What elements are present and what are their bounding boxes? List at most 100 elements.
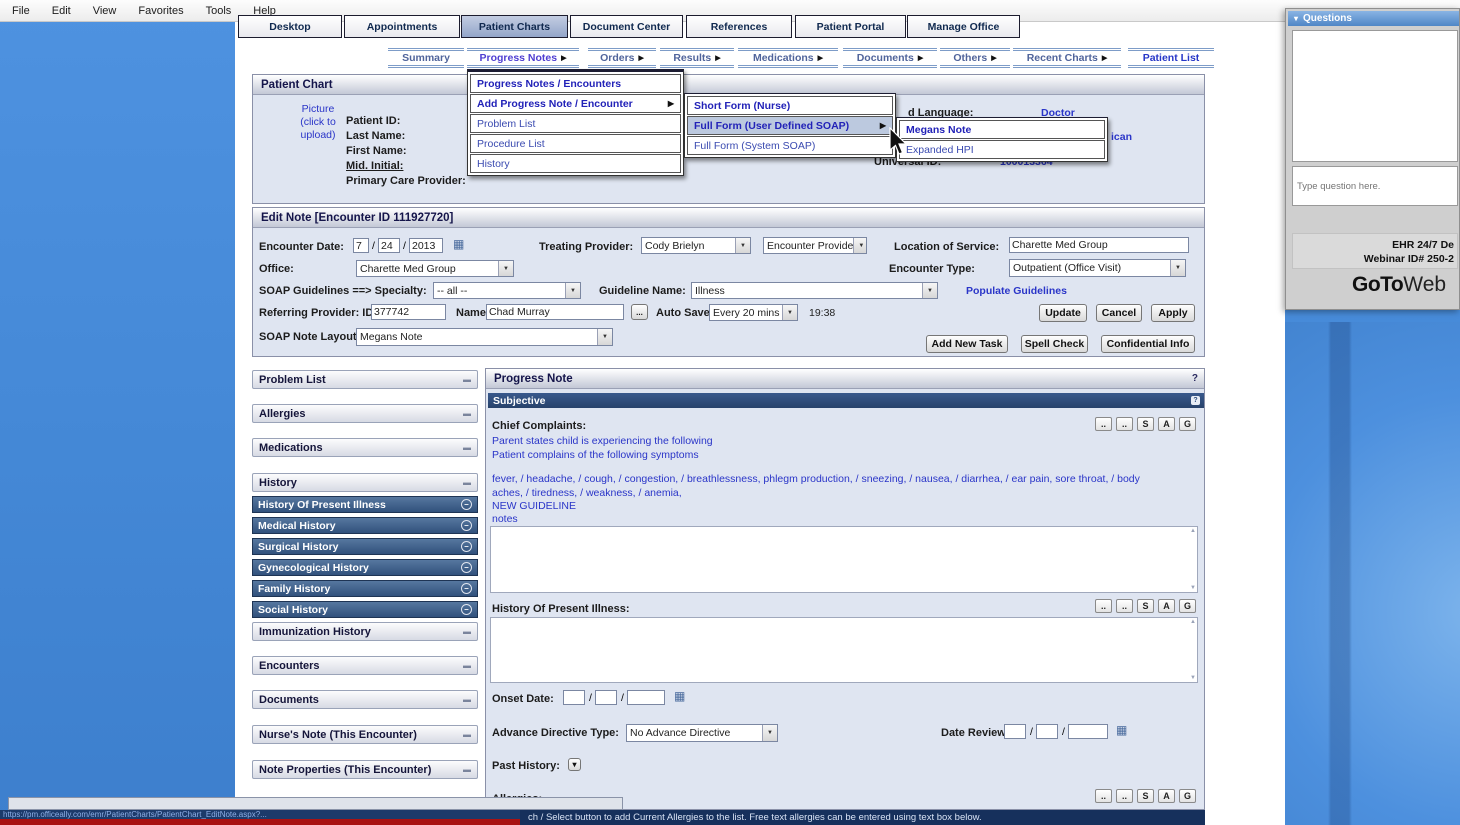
collapse-circle-icon[interactable]: – — [461, 499, 472, 510]
questions-log-area[interactable] — [1292, 30, 1458, 162]
subtab-results[interactable]: Results▶ — [660, 48, 734, 68]
sidebar-item-encounters[interactable]: Encounters▬ — [252, 656, 478, 675]
field-button-2[interactable]: .. — [1116, 599, 1133, 613]
guideline-name-select[interactable]: Illness — [691, 282, 938, 299]
auto-save-select[interactable]: Every 20 mins — [709, 304, 798, 321]
field-button-2[interactable]: .. — [1116, 789, 1133, 803]
collapse-circle-icon[interactable]: – — [461, 604, 472, 615]
calendar-icon[interactable]: ▦ — [674, 690, 687, 703]
menu-tools[interactable]: Tools — [206, 5, 232, 17]
spell-check-button[interactable]: Spell Check — [1021, 335, 1088, 353]
questions-panel-titlebar[interactable]: ▾ Questions — [1288, 11, 1459, 26]
sidebar-item-family-history[interactable]: Family History– — [252, 580, 478, 597]
menu-item-problem-list[interactable]: Problem List — [470, 114, 681, 133]
onset-date-day-input[interactable] — [595, 690, 617, 705]
field-button-g[interactable]: G — [1179, 789, 1196, 803]
cc-template-link-1[interactable]: Parent states child is experiencing the … — [492, 435, 713, 447]
chief-complaints-textarea[interactable]: ▲ ▼ — [490, 526, 1198, 593]
calendar-icon[interactable]: ▦ — [453, 238, 466, 251]
collapse-circle-icon[interactable]: – — [461, 583, 472, 594]
populate-guidelines-link[interactable]: Populate Guidelines — [966, 285, 1067, 297]
sidebar-item-history[interactable]: History▬ — [252, 473, 478, 492]
cancel-button[interactable]: Cancel — [1096, 304, 1142, 322]
sidebar-item-problem-list[interactable]: Problem List▬ — [252, 370, 478, 389]
referring-provider-id-input[interactable] — [371, 304, 446, 320]
subtab-summary[interactable]: Summary — [388, 48, 464, 68]
field-button-1[interactable]: .. — [1095, 789, 1112, 803]
menu-item-history[interactable]: History — [470, 154, 681, 173]
picture-upload-link[interactable]: Picture (click to upload) — [285, 103, 351, 142]
past-history-toggle-button[interactable]: ▾ — [568, 758, 581, 771]
tab-appointments[interactable]: Appointments — [344, 15, 460, 38]
sidebar-item-immunization-history[interactable]: Immunization History▬ — [252, 622, 478, 641]
collapse-arrow-icon[interactable]: ▾ — [1294, 14, 1298, 23]
sidebar-item-medications[interactable]: Medications▬ — [252, 438, 478, 457]
advance-directive-select[interactable]: No Advance Directive — [626, 724, 778, 742]
tab-patient-portal[interactable]: Patient Portal — [795, 15, 906, 38]
new-guideline-link[interactable]: NEW GUIDELINE — [492, 500, 576, 512]
notes-link[interactable]: notes — [492, 513, 518, 525]
field-button-g[interactable]: G — [1179, 417, 1196, 431]
onset-date-month-input[interactable] — [563, 690, 585, 705]
subtab-others[interactable]: Others▶ — [940, 48, 1010, 68]
collapse-circle-icon[interactable]: – — [461, 541, 472, 552]
menu-edit[interactable]: Edit — [52, 5, 71, 17]
field-button-g[interactable]: G — [1179, 599, 1196, 613]
collapse-icon[interactable]: ▬ — [463, 661, 471, 670]
hopi-textarea[interactable]: ▲ ▼ — [490, 617, 1198, 683]
subtab-patient-list[interactable]: Patient List — [1128, 48, 1214, 68]
add-new-task-button[interactable]: Add New Task — [926, 335, 1008, 353]
subtab-recent-charts[interactable]: Recent Charts▶ — [1013, 48, 1121, 68]
field-button-a[interactable]: A — [1158, 417, 1175, 431]
sidebar-item-note-properties[interactable]: Note Properties (This Encounter)▬ — [252, 760, 478, 779]
encounter-date-year-input[interactable] — [409, 238, 443, 253]
field-button-1[interactable]: .. — [1095, 599, 1112, 613]
tab-desktop[interactable]: Desktop — [238, 15, 342, 38]
help-icon[interactable]: ? — [1192, 373, 1198, 384]
sidebar-item-surgical-history[interactable]: Surgical History– — [252, 538, 478, 555]
symptom-links-line1[interactable]: fever, / headache, / cough, / congestion… — [492, 473, 1140, 485]
onset-date-year-input[interactable] — [627, 690, 665, 705]
collapse-icon[interactable]: ▬ — [463, 443, 471, 452]
specialty-select[interactable]: -- all -- — [433, 282, 581, 299]
encounter-date-month-input[interactable] — [353, 238, 369, 253]
collapse-icon[interactable]: ▬ — [463, 695, 471, 704]
field-button-s[interactable]: S — [1137, 599, 1154, 613]
collapse-icon[interactable]: ▬ — [463, 409, 471, 418]
menu-item-full-form-system-soap[interactable]: Full Form (System SOAP) — [687, 136, 893, 155]
sidebar-item-medical-history[interactable]: Medical History– — [252, 517, 478, 534]
menu-item-progress-notes-encounters[interactable]: Progress Notes / Encounters — [470, 74, 681, 93]
subjective-section-bar[interactable]: Subjective ? — [488, 393, 1204, 408]
field-button-a[interactable]: A — [1158, 599, 1175, 613]
collapse-circle-icon[interactable]: – — [461, 520, 472, 531]
menu-favorites[interactable]: Favorites — [138, 5, 183, 17]
date-reviewed-day-input[interactable] — [1036, 724, 1058, 739]
collapse-icon[interactable]: ▬ — [463, 478, 471, 487]
field-button-s[interactable]: S — [1137, 789, 1154, 803]
sidebar-item-allergies[interactable]: Allergies▬ — [252, 404, 478, 423]
question-input[interactable] — [1292, 166, 1458, 206]
subtab-orders[interactable]: Orders▶ — [588, 48, 656, 68]
tab-patient-charts[interactable]: Patient Charts — [461, 15, 568, 38]
subtab-medications[interactable]: Medications▶ — [738, 48, 838, 68]
treating-provider-select[interactable]: Cody Brielyn — [641, 237, 751, 254]
tab-document-center[interactable]: Document Center — [570, 15, 683, 38]
update-button[interactable]: Update — [1039, 304, 1087, 322]
encounter-date-day-input[interactable] — [378, 238, 400, 253]
confidential-info-button[interactable]: Confidential Info — [1101, 335, 1195, 353]
field-button-a[interactable]: A — [1158, 789, 1175, 803]
cc-template-link-2[interactable]: Patient complains of the following sympt… — [492, 449, 699, 461]
sidebar-item-nurses-note[interactable]: Nurse's Note (This Encounter)▬ — [252, 725, 478, 744]
date-reviewed-month-input[interactable] — [1004, 724, 1026, 739]
menu-item-expanded-hpi[interactable]: Expanded HPI — [899, 140, 1105, 159]
menu-file[interactable]: File — [12, 5, 30, 17]
calendar-icon[interactable]: ▦ — [1116, 724, 1129, 737]
field-button-2[interactable]: .. — [1116, 417, 1133, 431]
office-select[interactable]: Charette Med Group — [356, 260, 514, 277]
symptom-links-line2[interactable]: aches, / tiredness, / weakness, / anemia… — [492, 487, 682, 499]
field-button-s[interactable]: S — [1137, 417, 1154, 431]
location-of-service-input[interactable] — [1009, 237, 1189, 253]
menu-item-full-form-user-defined-soap[interactable]: Full Form (User Defined SOAP)▶ — [687, 116, 893, 135]
apply-button[interactable]: Apply — [1151, 304, 1195, 322]
menu-item-add-progress-note[interactable]: Add Progress Note / Encounter▶ — [470, 94, 681, 113]
